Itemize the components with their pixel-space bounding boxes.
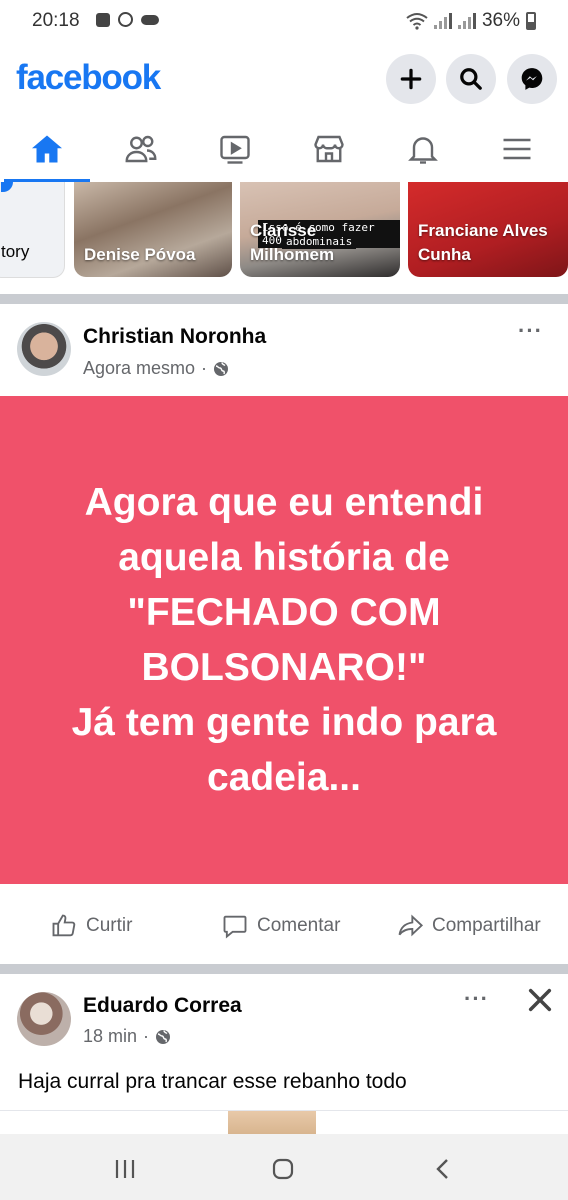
recents-icon [115,1160,135,1178]
story-plus-badge [1,182,13,192]
battery-icon [526,12,536,30]
like-label: Curtir [86,915,133,936]
meta-separator: · [143,1026,150,1046]
marketplace-icon [314,135,344,163]
feed-divider [0,964,568,974]
comment-label: Comentar [257,915,341,936]
watch-icon [220,135,250,164]
like-icon [52,914,76,937]
story-name: Franciane Alves Cunha [418,221,548,264]
avatar[interactable] [17,322,71,376]
post-author[interactable]: Christian Noronha [83,325,266,349]
feed-divider [0,294,568,304]
facebook-logo[interactable]: facebook [16,58,161,98]
create-button[interactable] [386,54,436,104]
cloud-icon [141,14,159,25]
messenger-icon [521,68,543,90]
search-icon [460,68,482,90]
post-author[interactable]: Eduardo Correa [83,994,242,1018]
back-button[interactable] [428,1154,458,1184]
back-icon [436,1159,448,1179]
post-time[interactable]: Agora mesmo [83,358,195,379]
post-more-button[interactable]: ··· [518,318,543,344]
story-card[interactable]: Franciane Alves Cunha [408,182,568,277]
post-header: Christian Noronha Agora mesmo · ··· [0,304,568,396]
story-card[interactable]: Denise Póvoa [74,182,232,277]
share-button[interactable]: Compartilhar [396,912,541,940]
post-text: Haja curral pra trancar esse rebanho tod… [18,1070,407,1093]
story-card[interactable]: Isso é como fazer 400 abdominais Clariss… [240,182,400,277]
globe-icon [156,1029,171,1044]
search-button[interactable] [446,54,496,104]
story-name: Denise Póvoa [84,245,196,264]
post-card: Eduardo Correa 18 min · ··· [0,974,568,1134]
post-meta: Agora mesmo · [83,358,229,379]
plus-icon [400,68,422,90]
close-icon[interactable] [526,986,554,1014]
messenger-button[interactable] [507,54,557,104]
app-header: facebook [0,44,568,116]
share-icon [398,914,424,937]
status-right: 36% [406,10,536,32]
friends-icon [125,135,157,163]
stories-tray: tory Denise Póvoa Isso é como fazer 400 … [0,182,568,294]
story-label: tory [1,242,30,261]
system-nav-bar [0,1134,568,1200]
status-time: 20:18 [32,10,80,31]
signal-1-icon [433,13,452,29]
signal-2-icon [457,13,476,29]
tab-menu[interactable] [470,116,564,182]
globe-icon [214,361,229,376]
tab-friends[interactable] [94,116,188,182]
avatar[interactable] [17,992,71,1046]
recents-button[interactable] [110,1154,140,1184]
post-text-background: Agora que eu entendi aquela história de … [0,396,568,884]
post-meta: 18 min · [83,1026,171,1047]
post-time[interactable]: 18 min [83,1026,137,1047]
tab-watch[interactable] [188,116,282,182]
bell-icon [408,137,438,164]
battery-percent: 36% [481,10,520,31]
home-button-icon [272,1158,294,1180]
menu-icon [503,138,531,160]
share-label: Compartilhar [432,915,541,936]
post-image-preview[interactable] [228,1111,316,1134]
tab-marketplace[interactable] [282,116,376,182]
home-button[interactable] [268,1154,298,1184]
meta-separator: · [201,358,208,378]
whatsapp-icon [118,12,133,27]
create-story-card[interactable]: tory [0,182,65,278]
notification-icons [96,12,159,27]
post-text: Agora que eu entendi aquela história de … [71,481,497,799]
tab-notifications[interactable] [376,116,470,182]
comment-button[interactable]: Comentar [221,912,340,940]
like-button[interactable]: Curtir [50,912,132,940]
post-more-button[interactable]: ··· [464,986,489,1012]
notification-app-icon [96,12,110,27]
nav-tabs [0,116,568,183]
status-bar: 20:18 36% [0,0,568,44]
comment-icon [223,915,247,939]
home-icon [32,135,62,163]
wifi-icon [406,13,428,30]
story-name: Clarisse Milhomem [250,221,335,264]
tab-home[interactable] [0,116,94,182]
post-actions: Curtir Comentar Compartilhar [0,884,568,964]
